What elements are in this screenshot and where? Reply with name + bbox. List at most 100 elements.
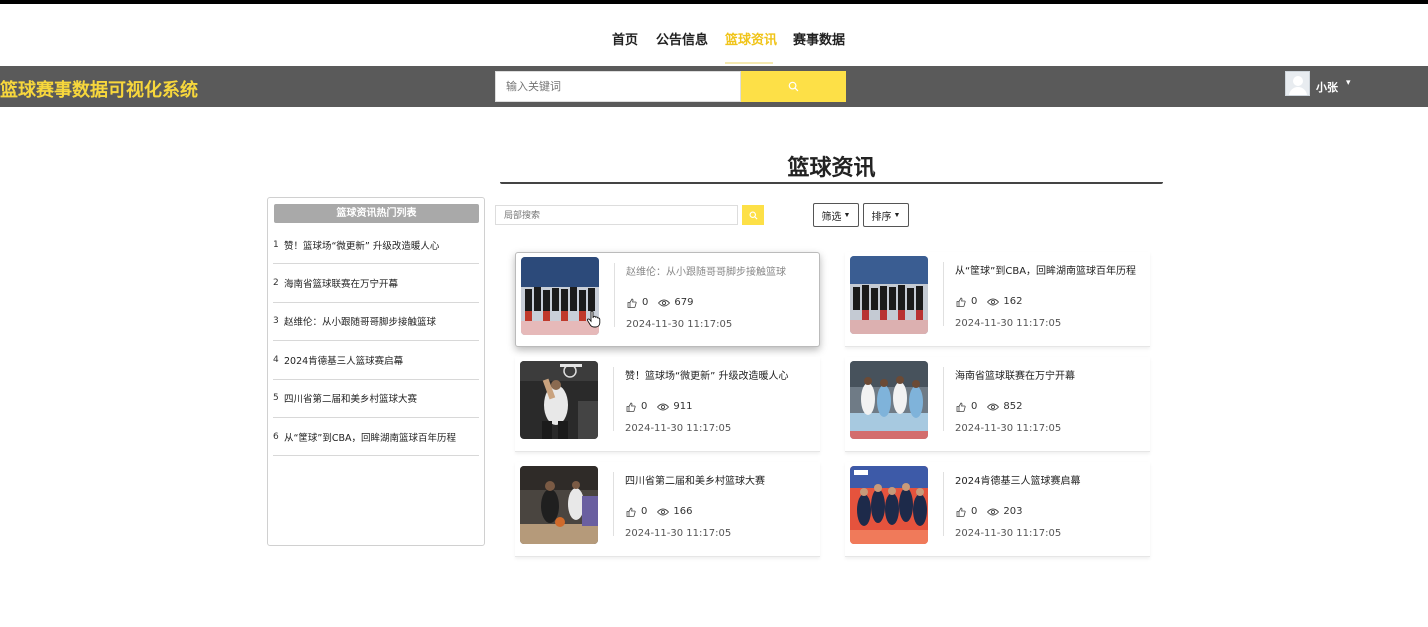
hot-item-number: 3 bbox=[273, 316, 279, 327]
thumbs-up-icon[interactable] bbox=[626, 298, 638, 308]
hot-list-item[interactable]: 4 2024肯德基三人篮球赛启幕 bbox=[273, 341, 479, 380]
article-title[interactable]: 海南省篮球联赛在万宁开幕 bbox=[955, 367, 1145, 382]
card-divider bbox=[943, 367, 944, 431]
hot-item-number: 1 bbox=[273, 239, 279, 250]
eye-icon bbox=[657, 507, 670, 517]
thumbs-up-icon[interactable] bbox=[955, 507, 967, 517]
card-divider bbox=[613, 472, 614, 536]
like-count: 0 bbox=[641, 506, 648, 517]
hot-item-text: 从“筐球”到CBA，回眸湖南篮球百年历程 bbox=[284, 432, 456, 444]
article-stats: 0 911 bbox=[625, 401, 692, 412]
hot-list-item[interactable]: 6 从“筐球”到CBA，回眸湖南篮球百年历程 bbox=[273, 418, 479, 457]
thumbs-up-icon[interactable] bbox=[955, 402, 967, 412]
nav-item-announcements[interactable]: 公告信息 bbox=[656, 29, 708, 48]
article-title[interactable]: 从“筐球”到CBA，回眸湖南篮球百年历程 bbox=[955, 262, 1145, 277]
article-card[interactable]: 从“筐球”到CBA，回眸湖南篮球百年历程 0 162 2024-11-30 11… bbox=[845, 252, 1150, 347]
article-thumbnail[interactable] bbox=[850, 256, 928, 334]
article-title[interactable]: 赞！篮球场“微更新” 升级改造暖人心 bbox=[625, 367, 815, 382]
hot-item-number: 6 bbox=[273, 431, 279, 442]
search-icon bbox=[748, 210, 757, 219]
article-thumbnail[interactable] bbox=[850, 466, 928, 544]
view-count: 911 bbox=[673, 401, 693, 412]
article-stats: 0 203 bbox=[955, 506, 1022, 517]
thumbs-up-icon[interactable] bbox=[625, 402, 637, 412]
view-count: 852 bbox=[1003, 401, 1023, 412]
article-card[interactable]: 海南省篮球联赛在万宁开幕 0 852 2024-11-30 11:17:05 bbox=[845, 357, 1150, 452]
hot-list-title: 篮球资讯热门列表 bbox=[274, 204, 479, 223]
chevron-down-icon[interactable]: ▾ bbox=[1346, 78, 1351, 88]
article-stats: 0 679 bbox=[626, 297, 693, 308]
like-count: 0 bbox=[641, 401, 648, 412]
thumbs-up-icon[interactable] bbox=[625, 507, 637, 517]
nav-item-match-data[interactable]: 赛事数据 bbox=[793, 29, 845, 48]
site-title: 篮球赛事数据可视化系统 bbox=[0, 80, 198, 101]
chevron-down-icon: ▼ bbox=[843, 211, 851, 219]
search-input[interactable] bbox=[495, 71, 741, 102]
eye-icon bbox=[987, 507, 1000, 517]
article-card[interactable]: 2024肯德基三人篮球赛启幕 0 203 2024-11-30 11:17:05 bbox=[845, 462, 1150, 557]
article-card[interactable]: 赞！篮球场“微更新” 升级改造暖人心 0 911 2024-11-30 11:1… bbox=[515, 357, 820, 452]
page-title: 篮球资讯 bbox=[787, 156, 876, 181]
local-search-input[interactable] bbox=[495, 205, 738, 225]
hot-item-number: 5 bbox=[273, 393, 279, 404]
like-count: 0 bbox=[971, 296, 978, 307]
filter-label: 筛选 bbox=[821, 211, 842, 223]
hot-item-text: 四川省第二届和美乡村篮球大赛 bbox=[284, 394, 418, 406]
hot-list: 1 赞！篮球场“微更新” 升级改造暖人心 2 海南省篮球联赛在万宁开幕 3 赵维伦：从… bbox=[273, 226, 479, 457]
nav-active-indicator bbox=[725, 62, 773, 64]
article-date: 2024-11-30 11:17:05 bbox=[625, 528, 732, 539]
article-date: 2024-11-30 11:17:05 bbox=[955, 528, 1062, 539]
hot-list-item[interactable]: 3 赵维伦：从小跟随哥哥脚步接触篮球 bbox=[273, 303, 479, 342]
card-divider bbox=[614, 263, 615, 327]
like-count: 0 bbox=[642, 297, 649, 308]
article-thumbnail[interactable] bbox=[520, 361, 598, 439]
chevron-down-icon: ▼ bbox=[893, 211, 901, 219]
article-title[interactable]: 2024肯德基三人篮球赛启幕 bbox=[955, 472, 1145, 487]
hot-list-item[interactable]: 1 赞！篮球场“微更新” 升级改造暖人心 bbox=[273, 226, 479, 265]
article-date: 2024-11-30 11:17:05 bbox=[625, 423, 732, 434]
hot-list-panel: 篮球资讯热门列表 1 赞！篮球场“微更新” 升级改造暖人心 2 海南省篮球联赛在万宁… bbox=[267, 197, 485, 546]
thumbs-up-icon[interactable] bbox=[955, 297, 967, 307]
title-divider bbox=[500, 182, 1163, 184]
search-button[interactable] bbox=[741, 71, 846, 102]
hot-item-text: 赞！篮球场“微更新” 升级改造暖人心 bbox=[284, 240, 440, 252]
view-count: 162 bbox=[1003, 296, 1023, 307]
hot-item-text: 赵维伦：从小跟随哥哥脚步接触篮球 bbox=[284, 317, 437, 329]
article-thumbnail[interactable] bbox=[850, 361, 928, 439]
eye-icon bbox=[987, 402, 1000, 412]
filter-dropdown[interactable]: 筛选 ▼ bbox=[813, 203, 859, 227]
nav-item-news[interactable]: 篮球资讯 bbox=[725, 29, 777, 48]
header-bar: 篮球赛事数据可视化系统 小张 ▾ bbox=[0, 66, 1428, 107]
hot-item-text: 海南省篮球联赛在万宁开幕 bbox=[284, 279, 399, 291]
like-count: 0 bbox=[971, 506, 978, 517]
article-thumbnail[interactable] bbox=[520, 466, 598, 544]
username[interactable]: 小张 bbox=[1316, 79, 1338, 95]
card-divider bbox=[943, 472, 944, 536]
avatar[interactable] bbox=[1285, 71, 1310, 96]
hot-list-item[interactable]: 2 海南省篮球联赛在万宁开幕 bbox=[273, 264, 479, 303]
article-stats: 0 162 bbox=[955, 296, 1022, 307]
article-card[interactable]: 赵维伦：从小跟随哥哥脚步接触篮球 0 679 2024-11-30 11:17:… bbox=[515, 252, 820, 347]
search-icon bbox=[788, 81, 799, 92]
article-date: 2024-11-30 11:17:05 bbox=[626, 319, 733, 330]
eye-icon bbox=[987, 297, 1000, 307]
main-nav: 首页 公告信息 篮球资讯 赛事数据 bbox=[0, 4, 1428, 66]
card-divider bbox=[613, 367, 614, 431]
article-thumbnail[interactable] bbox=[521, 257, 599, 335]
nav-item-home[interactable]: 首页 bbox=[612, 29, 638, 48]
eye-icon bbox=[658, 298, 671, 308]
article-date: 2024-11-30 11:17:05 bbox=[955, 318, 1062, 329]
article-title[interactable]: 赵维伦：从小跟随哥哥脚步接触篮球 bbox=[626, 263, 816, 278]
article-title[interactable]: 四川省第二届和美乡村篮球大赛 bbox=[625, 472, 815, 487]
article-date: 2024-11-30 11:17:05 bbox=[955, 423, 1062, 434]
hot-item-number: 2 bbox=[273, 278, 279, 289]
sort-dropdown[interactable]: 排序 ▼ bbox=[863, 203, 909, 227]
card-divider bbox=[943, 262, 944, 326]
like-count: 0 bbox=[971, 401, 978, 412]
hot-item-text: 2024肯德基三人篮球赛启幕 bbox=[284, 355, 404, 367]
article-card[interactable]: 四川省第二届和美乡村篮球大赛 0 166 2024-11-30 11:17:05 bbox=[515, 462, 820, 557]
eye-icon bbox=[657, 402, 670, 412]
hot-list-item[interactable]: 5 四川省第二届和美乡村篮球大赛 bbox=[273, 380, 479, 418]
local-search-button[interactable] bbox=[742, 205, 764, 225]
article-stats: 0 166 bbox=[625, 506, 692, 517]
